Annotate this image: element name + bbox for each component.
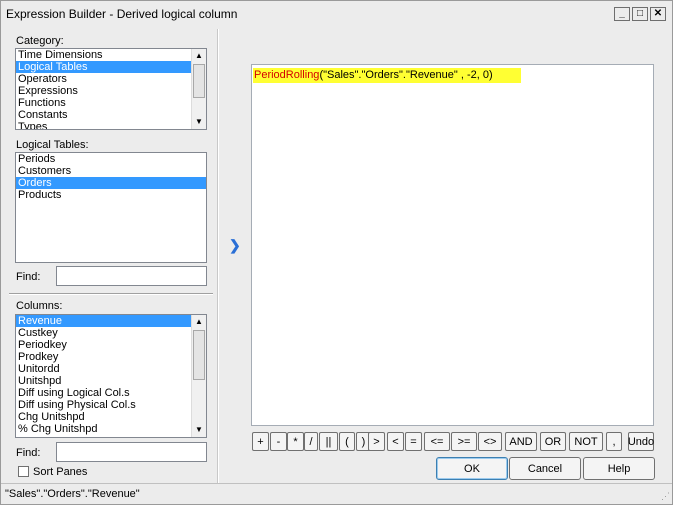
operator-less-than-button[interactable]: <	[387, 432, 404, 451]
category-label: Category:	[16, 35, 64, 47]
expression-function: PeriodRolling	[254, 69, 320, 81]
operator-undo-button[interactable]: Undo	[628, 432, 654, 451]
minimize-button[interactable]: _	[614, 7, 630, 21]
insert-chevron-icon[interactable]: ❯	[229, 237, 241, 254]
column-item[interactable]: Unitshpd	[16, 375, 191, 387]
column-item[interactable]: Periodkey	[16, 339, 191, 351]
operator-plus-button[interactable]: +	[252, 432, 269, 451]
scroll-thumb[interactable]	[193, 64, 205, 98]
status-bar: "Sales"."Orders"."Revenue" ⋰	[1, 483, 672, 504]
column-item[interactable]: Revenue	[16, 315, 191, 327]
close-button[interactable]: ✕	[650, 7, 666, 21]
scroll-down-icon[interactable]: ▼	[192, 423, 206, 437]
sort-panes-checkbox[interactable]	[18, 466, 29, 477]
operator-equals-button[interactable]: =	[405, 432, 422, 451]
category-item[interactable]: Types	[16, 121, 191, 129]
category-item[interactable]: Operators	[16, 73, 191, 85]
expression-args: ("Sales"."Orders"."Revenue" , -2, 0)	[319, 69, 493, 81]
scroll-down-icon[interactable]: ▼	[192, 115, 206, 129]
column-item[interactable]: Prodkey	[16, 351, 191, 363]
column-item[interactable]: % Chg Unitshpd	[16, 423, 191, 435]
sort-panes-label: Sort Panes	[33, 466, 88, 478]
column-item[interactable]: Diff using Logical Col.s	[16, 387, 191, 399]
logical-table-item[interactable]: Periods	[16, 153, 206, 165]
operator-not-equal-button[interactable]: <>	[478, 432, 502, 451]
columns-scrollbar[interactable]: ▲ ▼	[191, 315, 206, 437]
left-separator	[9, 293, 213, 295]
scroll-up-icon[interactable]: ▲	[192, 315, 206, 329]
category-item[interactable]: Expressions	[16, 85, 191, 97]
minimize-icon: _	[619, 8, 625, 19]
scroll-up-icon[interactable]: ▲	[192, 49, 206, 63]
category-item[interactable]: Functions	[16, 97, 191, 109]
status-text: "Sales"."Orders"."Revenue"	[5, 488, 140, 500]
operator-and-button[interactable]: AND	[505, 432, 537, 451]
operator-or-button[interactable]: OR	[540, 432, 566, 451]
logical-tables-list[interactable]: Periods Customers Orders Products	[15, 152, 207, 263]
operator-less-equal-button[interactable]: <=	[424, 432, 450, 451]
maximize-button[interactable]: □	[632, 7, 648, 21]
find-columns-label: Find:	[16, 447, 41, 459]
logical-table-item[interactable]: Products	[16, 189, 206, 201]
category-item[interactable]: Time Dimensions	[16, 49, 191, 61]
category-scrollbar[interactable]: ▲ ▼	[191, 49, 206, 129]
logical-table-item[interactable]: Orders	[16, 177, 206, 189]
column-item[interactable]: Custkey	[16, 327, 191, 339]
expression-editor[interactable]: PeriodRolling("Sales"."Orders"."Revenue"…	[251, 64, 654, 426]
operator-concat-button[interactable]: ||	[319, 432, 338, 451]
category-list[interactable]: Time Dimensions Logical Tables Operators Ex…	[15, 48, 207, 130]
operator-not-button[interactable]: NOT	[569, 432, 603, 451]
find-columns-input[interactable]	[56, 442, 207, 462]
window-title: Expression Builder - Derived logical col…	[6, 7, 238, 21]
expression-text: PeriodRolling("Sales"."Orders"."Revenue"…	[253, 68, 521, 83]
operator-minus-button[interactable]: -	[270, 432, 287, 451]
panel-divider	[217, 29, 219, 483]
logical-table-item[interactable]: Customers	[16, 165, 206, 177]
column-item[interactable]: Chg Unitshpd	[16, 411, 191, 423]
operator-open-paren-button[interactable]: (	[339, 432, 355, 451]
find-tables-input[interactable]	[56, 266, 207, 286]
operator-greater-than-button[interactable]: >	[368, 432, 385, 451]
operator-divide-button[interactable]: /	[304, 432, 318, 451]
expression-builder-window: Expression Builder - Derived logical col…	[0, 0, 673, 505]
operator-greater-equal-button[interactable]: >=	[451, 432, 477, 451]
scroll-thumb[interactable]	[193, 330, 205, 380]
cancel-button[interactable]: Cancel	[509, 457, 581, 480]
operator-comma-button[interactable]: ,	[606, 432, 622, 451]
help-button[interactable]: Help	[583, 457, 655, 480]
columns-list[interactable]: Revenue Custkey Periodkey Prodkey Unitordd Un…	[15, 314, 207, 438]
column-item[interactable]: Diff using Physical Col.s	[16, 399, 191, 411]
columns-label: Columns:	[16, 300, 63, 312]
close-icon: ✕	[653, 8, 663, 19]
resize-grip-icon[interactable]: ⋰	[661, 491, 670, 502]
ok-button[interactable]: OK	[436, 457, 508, 480]
category-item[interactable]: Logical Tables	[16, 61, 191, 73]
find-tables-label: Find:	[16, 271, 41, 283]
title-bar[interactable]: Expression Builder - Derived logical col…	[1, 1, 672, 27]
logical-tables-label: Logical Tables:	[16, 139, 89, 151]
column-item[interactable]: Unitordd	[16, 363, 191, 375]
maximize-icon: □	[636, 8, 644, 19]
category-item[interactable]: Constants	[16, 109, 191, 121]
operator-multiply-button[interactable]: *	[287, 432, 304, 451]
